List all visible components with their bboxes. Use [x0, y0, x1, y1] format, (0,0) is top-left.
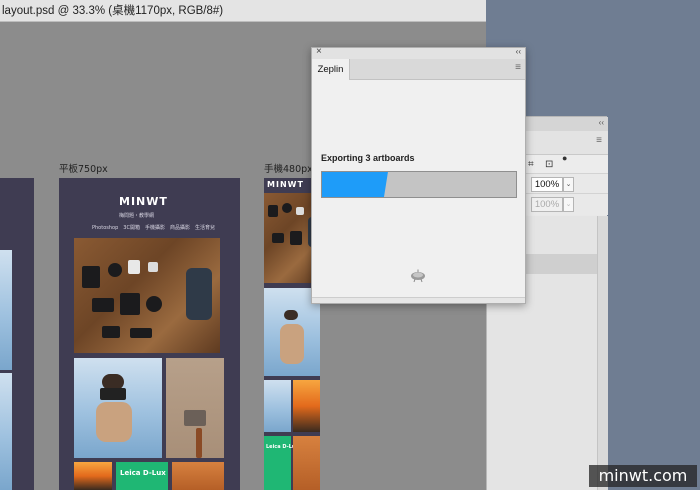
fill-dropdown-icon[interactable]: ⌄: [563, 197, 574, 212]
artboard-desktop[interactable]: [0, 178, 34, 490]
export-progress-bar: [321, 171, 517, 198]
artboard-logo: MINWT: [119, 195, 168, 208]
tab-zeplin[interactable]: Zeplin: [312, 59, 350, 80]
dot-icon[interactable]: ●: [562, 153, 567, 163]
lock-icon[interactable]: ⊡: [545, 159, 553, 170]
photo-phone-sunset: [74, 462, 112, 490]
artboard-tagline: 梅問題・教學網: [119, 213, 155, 219]
card-green-phone: Leica D-Lux: [264, 436, 299, 490]
opacity-field[interactable]: 100%: [531, 177, 563, 192]
document-title: layout.psd @ 33.3% (桌機1170px, RGB/8#): [0, 0, 486, 22]
zeplin-titlebar: × ‹‹: [312, 46, 525, 59]
fill-field[interactable]: 100%: [531, 197, 563, 212]
zeplin-logo-icon: [411, 269, 425, 283]
photo-leather: [172, 462, 224, 490]
artboard-label-phone[interactable]: 手機480px: [264, 161, 313, 175]
close-icon[interactable]: ×: [316, 46, 322, 57]
photo-hand-camera: [166, 358, 224, 458]
resize-grip[interactable]: [312, 297, 525, 303]
zeplin-tabbar: Zeplin ≡: [312, 59, 525, 80]
hero-photo-gear: [74, 238, 220, 353]
artboard-tablet[interactable]: MINWT 梅問題・教學網 Photoshop 3C開箱 手機攝影 商品攝影 生…: [59, 178, 240, 490]
panel-menu-icon[interactable]: ≡: [596, 135, 602, 146]
photo-small-sky: [264, 380, 291, 432]
artboard-logo-phone: MINWT: [267, 180, 304, 189]
photo-leather-phone: [293, 436, 320, 490]
collapse-icon[interactable]: ‹‹: [516, 47, 521, 56]
opacity-dropdown-icon[interactable]: ⌄: [563, 177, 574, 192]
photo-phone-sunset-phone: [293, 380, 320, 432]
artboard-tool-icon[interactable]: ⌗: [528, 159, 534, 170]
artboard-nav: Photoshop 3C開箱 手機攝影 商品攝影 生活育兒: [92, 225, 215, 231]
export-status-text: Exporting 3 artboards: [321, 153, 415, 163]
panel-scrollbar[interactable]: [597, 216, 608, 490]
artboard-photo: [0, 373, 12, 490]
zeplin-panel: × ‹‹ Zeplin ≡ Exporting 3 artboards: [311, 46, 526, 304]
export-progress-fill: [322, 172, 388, 197]
artboard-photo: [0, 250, 12, 370]
watermark: minwt.com: [589, 465, 697, 487]
card-green: Leica D-Lux: [116, 462, 168, 490]
panel-collapse-icon[interactable]: ‹‹: [599, 118, 604, 127]
artboard-label-tablet[interactable]: 平板750px: [59, 161, 108, 175]
photo-woman-camera: [74, 358, 162, 458]
card-title: Leica D-Lux: [120, 469, 166, 477]
panel-menu-icon[interactable]: ≡: [515, 62, 521, 73]
